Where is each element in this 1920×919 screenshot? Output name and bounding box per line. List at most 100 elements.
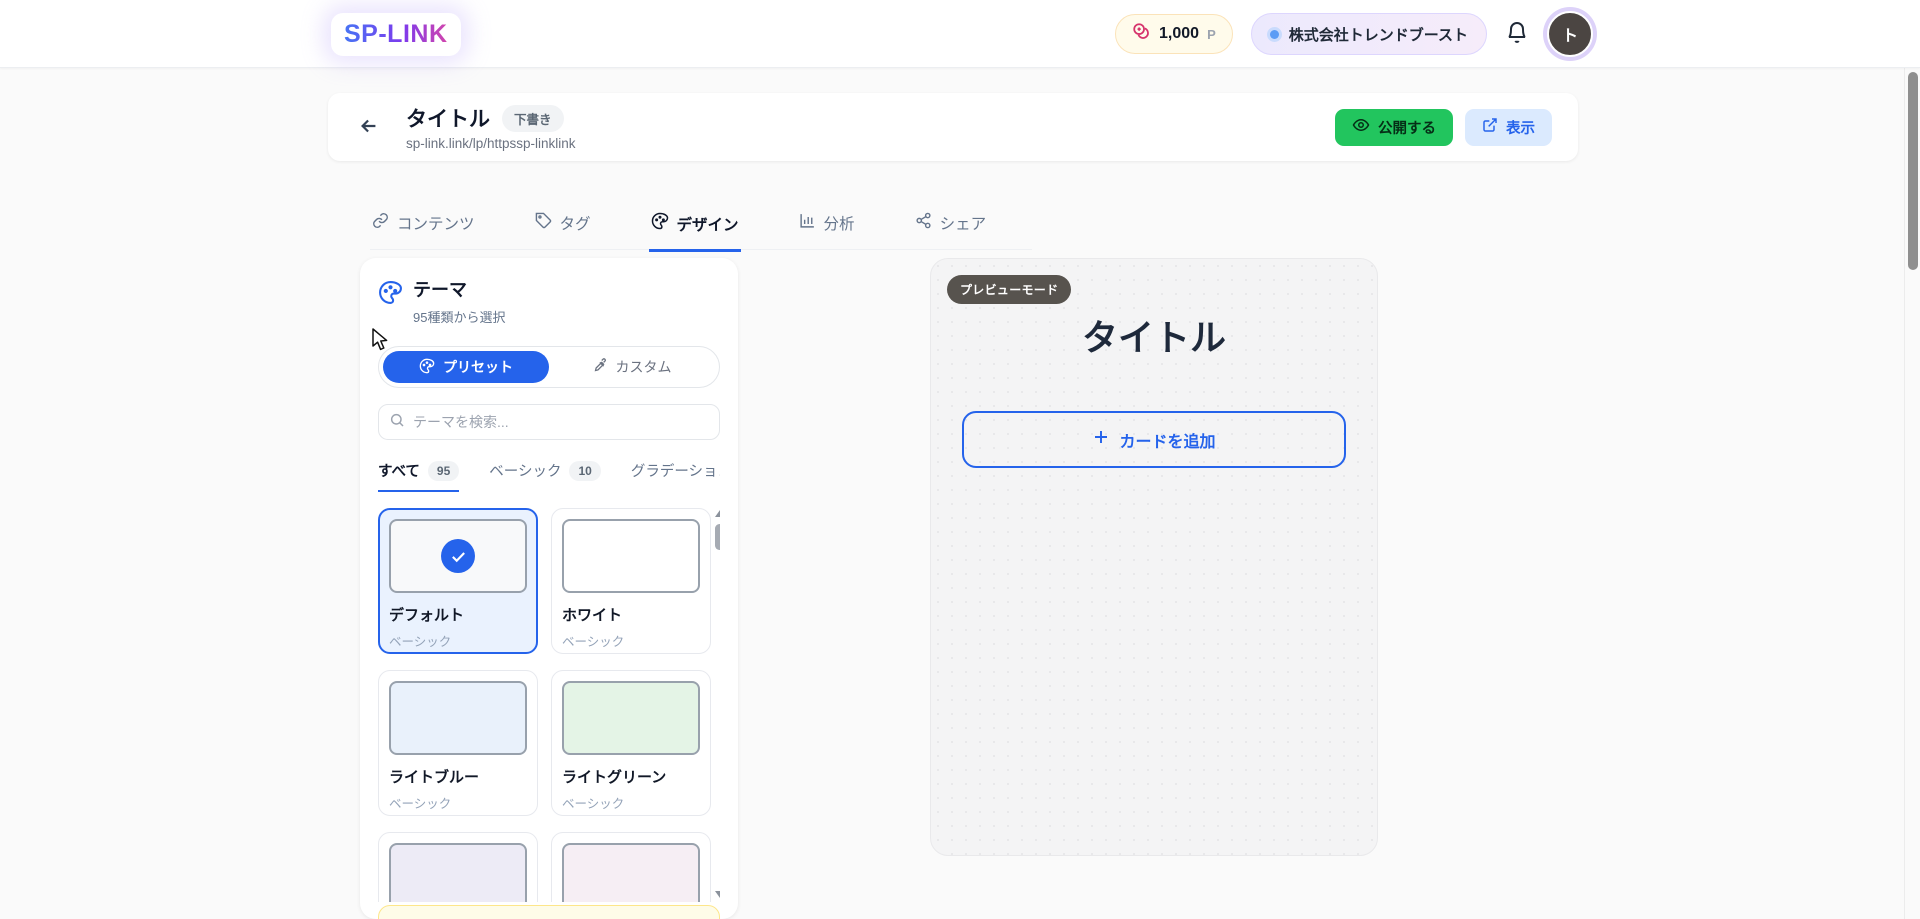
- palette-icon: [651, 212, 669, 235]
- custom-label: カスタム: [616, 357, 672, 377]
- external-link-icon: [1482, 117, 1498, 137]
- theme-swatch: [389, 519, 527, 593]
- palette-icon: [378, 280, 403, 310]
- eye-icon: [1352, 116, 1370, 138]
- tab-tags[interactable]: タグ: [533, 202, 593, 251]
- theme-name: ライトブルー: [389, 766, 527, 787]
- publish-label: 公開する: [1378, 117, 1436, 138]
- status-badge: 下書き: [502, 105, 564, 132]
- link-icon: [372, 212, 389, 234]
- theme-panel-title: テーマ: [413, 276, 505, 302]
- theme-card-white[interactable]: ホワイト ベーシック: [551, 508, 711, 654]
- preview-panel: プレビューモード タイトル カードを追加: [930, 258, 1378, 856]
- coins-icon: [1132, 22, 1151, 46]
- page-header: タイトル 下書き sp-link.link/lp/httpssp-linklin…: [328, 93, 1578, 161]
- scrollbar-thumb[interactable]: [715, 524, 720, 550]
- theme-swatch: [562, 681, 700, 755]
- tag-icon: [535, 212, 552, 234]
- company-name: 株式会社トレンドブースト: [1289, 24, 1468, 45]
- theme-card-lightblue[interactable]: ライトブルー ベーシック: [378, 670, 538, 816]
- tab-contents[interactable]: コンテンツ: [370, 202, 477, 251]
- theme-list: デフォルト ベーシック ホワイト ベーシック ライトブルー ベーシック ライトグ…: [378, 508, 720, 902]
- tab-analytics[interactable]: 分析: [797, 202, 857, 251]
- notifications-button[interactable]: [1505, 21, 1529, 48]
- tab-label: 分析: [824, 212, 855, 234]
- preset-label: プリセット: [443, 357, 513, 377]
- arrow-left-icon: [358, 115, 380, 140]
- window-scrollbar-thumb[interactable]: [1908, 72, 1918, 270]
- page-url: sp-link.link/lp/httpssp-linklink: [406, 136, 576, 151]
- custom-toggle-button[interactable]: カスタム: [549, 351, 715, 383]
- title-block: タイトル 下書き sp-link.link/lp/httpssp-linklin…: [406, 103, 576, 151]
- top-bar-inner: SP-LINK 1,000 P 株式会社トレンドブースト: [331, 0, 1593, 68]
- theme-grid: デフォルト ベーシック ホワイト ベーシック ライトブルー ベーシック ライトグ…: [378, 508, 720, 902]
- filter-count: 10: [569, 461, 600, 481]
- theme-category: ベーシック: [562, 793, 700, 812]
- theme-swatch: [389, 843, 527, 902]
- preview-title: タイトル: [931, 309, 1377, 361]
- tab-design[interactable]: デザイン: [649, 202, 741, 252]
- plus-icon: [1092, 428, 1110, 451]
- company-badge[interactable]: 株式会社トレンドブースト: [1251, 13, 1487, 55]
- filter-label: すべて: [378, 460, 420, 481]
- tab-share[interactable]: シェア: [913, 202, 989, 251]
- publish-button[interactable]: 公開する: [1335, 109, 1453, 146]
- tab-label: シェア: [940, 212, 987, 234]
- theme-card-lightgreen[interactable]: ライトグリーン ベーシック: [551, 670, 711, 816]
- theme-panel: テーマ 95種類から選択 プリセット: [360, 258, 738, 919]
- theme-mode-toggle: プリセット カスタム: [378, 346, 720, 388]
- check-icon: [441, 539, 475, 573]
- theme-category: ベーシック: [562, 631, 700, 650]
- page-title: タイトル: [406, 103, 490, 133]
- theme-name: デフォルト: [389, 604, 527, 625]
- filter-gradient[interactable]: グラデーション: [631, 460, 720, 492]
- theme-search: [378, 404, 720, 440]
- palette-icon: [419, 358, 435, 377]
- tip-box: [378, 905, 720, 919]
- page: SP-LINK 1,000 P 株式会社トレンドブースト: [0, 0, 1920, 919]
- view-button[interactable]: 表示: [1465, 109, 1552, 146]
- page-header-left: タイトル 下書き sp-link.link/lp/httpssp-linklin…: [354, 103, 576, 151]
- app-logo[interactable]: SP-LINK: [331, 13, 461, 56]
- theme-panel-subtitle: 95種類から選択: [413, 307, 505, 326]
- top-bar-actions: 1,000 P 株式会社トレンドブースト ト: [1115, 11, 1593, 57]
- search-icon: [389, 412, 405, 433]
- scroll-down-arrow-icon[interactable]: [715, 891, 720, 898]
- theme-name: ホワイト: [562, 604, 700, 625]
- theme-panel-heading: テーマ 95種類から選択: [413, 276, 505, 326]
- tab-label: コンテンツ: [397, 212, 475, 234]
- filter-all[interactable]: すべて 95: [378, 460, 459, 492]
- avatar-letter: ト: [1562, 22, 1578, 46]
- points-badge[interactable]: 1,000 P: [1115, 14, 1233, 54]
- avatar[interactable]: ト: [1547, 11, 1593, 57]
- filter-count: 95: [428, 461, 459, 481]
- eyedropper-icon: [593, 358, 608, 376]
- tab-label: デザイン: [677, 213, 739, 235]
- theme-card[interactable]: [378, 832, 538, 902]
- filter-label: ベーシック: [489, 460, 561, 481]
- theme-card[interactable]: [551, 832, 711, 902]
- page-header-actions: 公開する 表示: [1335, 109, 1552, 146]
- theme-list-scrollbar[interactable]: [714, 508, 720, 902]
- theme-card-default[interactable]: デフォルト ベーシック: [378, 508, 538, 654]
- preset-toggle-button[interactable]: プリセット: [383, 351, 549, 383]
- theme-swatch: [562, 843, 700, 902]
- add-card-label: カードを追加: [1119, 428, 1215, 452]
- tab-label: タグ: [560, 212, 591, 234]
- tab-bar: コンテンツ タグ デザイン: [370, 202, 1032, 250]
- title-row: タイトル 下書き: [406, 103, 576, 133]
- top-bar: SP-LINK 1,000 P 株式会社トレンドブースト: [0, 0, 1920, 68]
- bar-chart-icon: [799, 212, 816, 234]
- theme-search-input[interactable]: [413, 414, 709, 430]
- add-card-button[interactable]: カードを追加: [962, 411, 1346, 468]
- scroll-up-arrow-icon[interactable]: [715, 510, 720, 517]
- back-button[interactable]: [354, 111, 384, 144]
- window-scrollbar[interactable]: [1904, 0, 1920, 919]
- theme-swatch: [562, 519, 700, 593]
- theme-name: ライトグリーン: [562, 766, 700, 787]
- filter-basic[interactable]: ベーシック 10: [489, 460, 601, 492]
- view-label: 表示: [1506, 117, 1535, 138]
- points-unit: P: [1207, 27, 1216, 42]
- theme-swatch: [389, 681, 527, 755]
- share-icon: [915, 212, 932, 234]
